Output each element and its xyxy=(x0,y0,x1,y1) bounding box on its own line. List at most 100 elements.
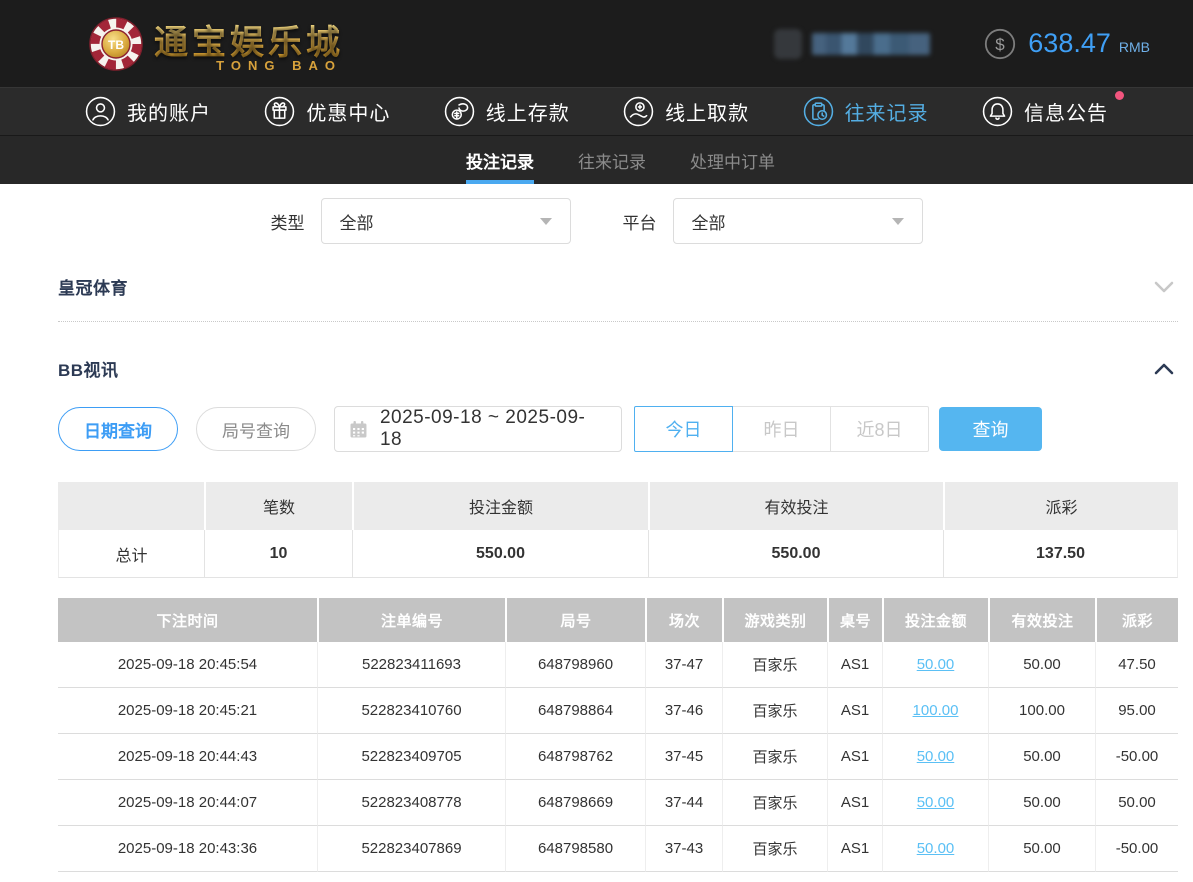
bet-table-header-row: 下注时间 注单编号 局号 场次 游戏类别 桌号 投注金额 有效投注 派彩 xyxy=(58,598,1178,642)
nav-item-my-account[interactable]: 我的账户 xyxy=(85,96,211,127)
type-select[interactable]: 全部 xyxy=(320,198,571,244)
username-redacted xyxy=(812,32,931,55)
bet-amount-link[interactable]: 50.00 xyxy=(917,656,955,673)
table-cell: 648798960 xyxy=(505,642,645,688)
table-cell: AS1 xyxy=(827,688,882,734)
table-cell: 648798762 xyxy=(505,734,645,780)
section-bb-live[interactable]: BB视讯 xyxy=(58,322,1178,381)
balance-currency: RMB xyxy=(1118,38,1150,55)
nav-label: 我的账户 xyxy=(127,103,211,125)
nav-item-withdraw[interactable]: 线上取款 xyxy=(623,96,749,127)
nav-label: 信息公告 xyxy=(1023,103,1108,125)
table-row: 2025-09-18 20:44:43 522823409705 648798762… xyxy=(58,734,1178,780)
nav-item-transaction-records[interactable]: 往来记录 xyxy=(803,96,929,127)
summary-total-label: 总计 xyxy=(58,530,204,578)
type-filter-group: 类型 全部 xyxy=(271,198,571,244)
records-icon xyxy=(803,96,833,127)
brand-subtitle: TONG BAO xyxy=(216,57,342,73)
table-cell: 2025-09-18 20:45:21 xyxy=(58,688,317,734)
bet-column-header: 桌号 xyxy=(827,598,882,642)
summary-total-payout: 137.50 xyxy=(943,530,1178,578)
quick-date-group: 今日 昨日 近8日 xyxy=(634,406,929,452)
bet-amount-link[interactable]: 50.00 xyxy=(917,794,955,811)
date-range-input[interactable]: 2025-09-18 ~ 2025-09-18 xyxy=(334,406,622,452)
tab-label: 投注记录 xyxy=(466,152,534,172)
svg-text:$: $ xyxy=(996,35,1006,54)
avatar xyxy=(774,28,803,59)
table-cell: 50.00 xyxy=(1095,780,1178,826)
table-cell: 2025-09-18 20:45:54 xyxy=(58,642,317,688)
tab-transaction-records[interactable]: 往来记录 xyxy=(578,136,646,184)
table-cell: 37-43 xyxy=(645,826,722,872)
balance-display[interactable]: $ 638.47 RMB xyxy=(984,28,1150,60)
casino-chip-icon: TB xyxy=(89,16,143,71)
quick-yesterday-label: 昨日 xyxy=(763,420,800,440)
section-title: 皇冠体育 xyxy=(58,279,128,298)
platform-select[interactable]: 全部 xyxy=(672,198,923,244)
main-nav: 我的账户 优惠中心 线上存款 线上取款 往来记录 信息公告 xyxy=(0,87,1193,136)
summary-total-count: 10 xyxy=(204,530,352,578)
table-cell: AS1 xyxy=(827,780,882,826)
summary-total-row: 总计 10 550.00 550.00 137.50 xyxy=(58,530,1178,578)
table-cell: 648798669 xyxy=(505,780,645,826)
round-query-label: 局号查询 xyxy=(222,421,290,441)
nav-label: 往来记录 xyxy=(844,103,929,125)
user-account[interactable] xyxy=(774,28,931,59)
bet-column-header: 游戏类别 xyxy=(722,598,827,642)
table-row: 2025-09-18 20:44:07 522823408778 648798669… xyxy=(58,780,1178,826)
tab-label: 往来记录 xyxy=(578,152,646,172)
table-cell: 2025-09-18 20:44:07 xyxy=(58,780,317,826)
quick-yesterday-button[interactable]: 昨日 xyxy=(732,406,831,452)
chevron-down-icon[interactable] xyxy=(1154,281,1174,293)
chevron-up-icon[interactable] xyxy=(1154,363,1174,375)
table-cell: 37-45 xyxy=(645,734,722,780)
summary-total-bet-amount: 550.00 xyxy=(352,530,648,578)
table-cell: 648798864 xyxy=(505,688,645,734)
table-cell: 648798580 xyxy=(505,826,645,872)
summary-col-empty xyxy=(58,482,204,530)
summary-col-payout: 派彩 xyxy=(943,482,1178,530)
nav-label: 线上取款 xyxy=(665,103,750,125)
quick-today-button[interactable]: 今日 xyxy=(634,406,733,452)
calendar-icon xyxy=(350,420,367,437)
table-cell: 2025-09-18 20:44:43 xyxy=(58,734,317,780)
bet-amount-link[interactable]: 50.00 xyxy=(917,748,955,765)
brand-logo[interactable]: TB 通宝娱乐城 TONG BAO xyxy=(88,15,344,73)
search-button[interactable]: 查询 xyxy=(939,407,1042,451)
table-row: 2025-09-18 20:45:21 522823410760 648798864… xyxy=(58,688,1178,734)
withdraw-icon xyxy=(623,96,654,127)
platform-filter-group: 平台 全部 xyxy=(623,198,923,244)
filter-row: 类型 全部 平台 全部 xyxy=(58,198,1135,244)
tab-pending-orders[interactable]: 处理中订单 xyxy=(690,136,775,184)
round-query-button[interactable]: 局号查询 xyxy=(196,407,316,451)
nav-item-announcements[interactable]: 信息公告 xyxy=(982,91,1124,127)
section-crown-sports[interactable]: 皇冠体育 xyxy=(58,244,1178,322)
chevron-down-icon xyxy=(891,217,904,225)
platform-select-value: 全部 xyxy=(691,213,726,233)
tab-bet-records[interactable]: 投注记录 xyxy=(466,136,534,184)
table-cell: 50.00 xyxy=(882,826,988,872)
bet-amount-link[interactable]: 50.00 xyxy=(917,840,955,857)
summary-col-bet-amount: 投注金额 xyxy=(352,482,648,530)
date-query-button[interactable]: 日期查询 xyxy=(58,407,178,451)
query-toolbar: 日期查询 局号查询 2025-09-18 ~ 2025-09-18 今日 昨日 … xyxy=(58,406,1178,452)
bet-column-header: 下注时间 xyxy=(58,598,317,642)
table-cell: 522823409705 xyxy=(317,734,505,780)
quick-last8days-button[interactable]: 近8日 xyxy=(830,406,929,452)
table-cell: 522823411693 xyxy=(317,642,505,688)
bet-column-header: 投注金额 xyxy=(882,598,988,642)
summary-table: 笔数 投注金额 有效投注 派彩 总计 10 550.00 550.00 137.… xyxy=(58,482,1178,578)
table-cell: AS1 xyxy=(827,642,882,688)
bet-column-header: 有效投注 xyxy=(988,598,1095,642)
date-range-value: 2025-09-18 ~ 2025-09-18 xyxy=(379,407,586,450)
bet-column-header: 场次 xyxy=(645,598,722,642)
platform-filter-label: 平台 xyxy=(622,213,657,233)
notification-dot xyxy=(1114,91,1124,100)
top-header: TB 通宝娱乐城 TONG BAO $ 638.47 RMB xyxy=(0,0,1193,87)
nav-item-deposit[interactable]: 线上存款 xyxy=(444,96,570,127)
table-cell: -50.00 xyxy=(1095,734,1178,780)
nav-item-promotions[interactable]: 优惠中心 xyxy=(264,96,390,127)
summary-col-count: 笔数 xyxy=(204,482,352,530)
bet-amount-link[interactable]: 100.00 xyxy=(913,702,959,719)
table-cell: 百家乐 xyxy=(722,780,827,826)
